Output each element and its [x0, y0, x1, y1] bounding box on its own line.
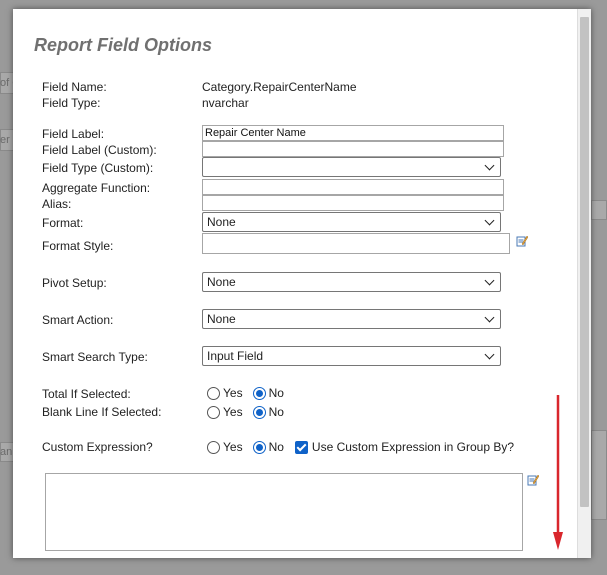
yes-label: Yes [223, 405, 243, 419]
background-fragment [591, 200, 607, 220]
field-name-value: Category.RepairCenterName [202, 80, 357, 94]
blank-line-if-selected-no-radio[interactable] [252, 405, 266, 419]
yes-label: Yes [223, 440, 243, 454]
edit-icon[interactable] [527, 474, 539, 486]
format-label: Format: [42, 216, 84, 230]
chevron-down-icon [484, 160, 495, 170]
custom-expression-no-radio[interactable] [252, 440, 266, 454]
scroll-down-arrow-annotation [553, 395, 563, 550]
field-type-value: nvarchar [202, 96, 249, 110]
no-label: No [268, 386, 284, 400]
total-if-selected-yes-radio[interactable] [207, 386, 220, 400]
custom-expression-radio-group: Yes No Use Custom Expression in Group By… [207, 440, 514, 454]
total-if-selected-no-radio[interactable] [252, 386, 266, 400]
report-field-options-dialog: Report Field Options Field Name: Categor… [13, 9, 591, 558]
field-label-label: Field Label: [42, 127, 105, 141]
smart-action-select[interactable]: None [202, 309, 501, 329]
total-if-selected-radio-group: Yes No [207, 386, 294, 400]
custom-expression-textarea[interactable] [45, 473, 523, 551]
blank-line-if-selected-yes-radio[interactable] [207, 405, 220, 419]
field-type-custom-select[interactable] [202, 157, 501, 177]
background-text: er [0, 134, 10, 146]
format-style-label: Format Style: [42, 239, 114, 253]
smart-search-type-select[interactable]: Input Field [202, 346, 501, 366]
format-selected: None [207, 215, 236, 229]
aggregate-function-input[interactable] [202, 179, 504, 195]
field-label-custom-label: Field Label (Custom): [42, 143, 157, 157]
edit-icon[interactable] [516, 235, 528, 247]
dialog-scrollbar[interactable] [577, 9, 591, 558]
alias-input[interactable] [202, 195, 504, 211]
blank-line-if-selected-label: Blank Line If Selected: [42, 405, 162, 419]
smart-action-label: Smart Action: [42, 313, 114, 327]
dialog-title: Report Field Options [34, 35, 212, 55]
chevron-down-icon [484, 349, 495, 359]
field-label-custom-input[interactable] [202, 141, 504, 157]
smart-action-selected: None [207, 312, 236, 326]
scrollbar-thumb[interactable] [580, 17, 589, 507]
field-type-custom-label: Field Type (Custom): [42, 161, 154, 175]
no-label: No [268, 440, 284, 454]
pivot-setup-select[interactable]: None [202, 272, 501, 292]
format-style-input[interactable] [202, 233, 510, 254]
custom-expression-yes-radio[interactable] [207, 440, 220, 454]
yes-label: Yes [223, 386, 243, 400]
no-label: No [268, 405, 284, 419]
background-fragment [591, 430, 607, 520]
chevron-down-icon [484, 312, 495, 322]
smart-search-type-label: Smart Search Type: [42, 350, 148, 364]
alias-label: Alias: [42, 197, 72, 211]
pivot-setup-label: Pivot Setup: [42, 276, 107, 290]
format-select[interactable]: None [202, 212, 501, 232]
use-custom-expression-group-by-label: Use Custom Expression in Group By? [311, 440, 515, 454]
chevron-down-icon [484, 215, 495, 225]
blank-line-if-selected-radio-group: Yes No [207, 405, 294, 419]
field-name-label: Field Name: [42, 80, 107, 94]
use-custom-expression-group-by-checkbox[interactable] [294, 440, 308, 454]
total-if-selected-label: Total If Selected: [42, 387, 131, 401]
custom-expression-label: Custom Expression? [42, 440, 153, 454]
smart-search-type-selected: Input Field [207, 349, 264, 363]
background-text: an [0, 446, 13, 458]
field-type-label: Field Type: [42, 96, 101, 110]
chevron-down-icon [484, 275, 495, 285]
aggregate-function-label: Aggregate Function: [42, 181, 151, 195]
field-label-input[interactable] [202, 125, 504, 141]
pivot-setup-selected: None [207, 275, 236, 289]
